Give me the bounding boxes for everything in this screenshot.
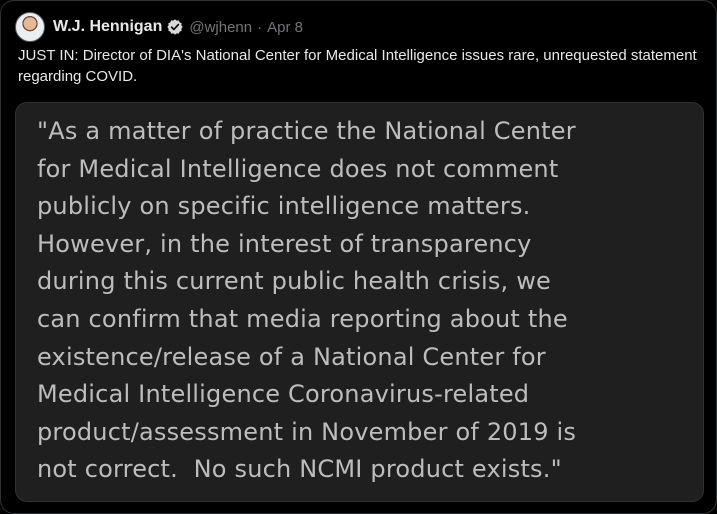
tweet-card[interactable]: W.J. Hennigan @wjhenn · Apr 8 JUST IN: D… xyxy=(0,0,717,514)
header-separator: · xyxy=(257,18,263,36)
avatar[interactable] xyxy=(15,12,45,42)
tweet-text: JUST IN: Director of DIA's National Cent… xyxy=(18,47,697,85)
statement-line-10: not correct. No such NCMI product exists… xyxy=(37,455,562,484)
statement-line-5: during this current public health crisis… xyxy=(37,267,551,296)
statement-line-2: for Medical Intelligence does not commen… xyxy=(37,154,559,183)
statement-line-1: "As a matter of practice the National Ce… xyxy=(37,117,576,145)
author-handle[interactable]: @wjhenn xyxy=(189,19,252,36)
statement-line-8: Medical Intelligence Coronavirus-related xyxy=(37,380,530,409)
author-name[interactable]: W.J. Hennigan xyxy=(53,18,162,36)
tweet-date[interactable]: Apr 8 xyxy=(267,19,303,36)
statement-line-6: can confirm that media reporting about t… xyxy=(37,304,568,333)
statement-line-7: existence/release of a National Center f… xyxy=(37,342,546,371)
verified-badge-icon xyxy=(167,19,183,35)
tweet-header: W.J. Hennigan @wjhenn · Apr 8 xyxy=(15,11,303,43)
statement-text: "As a matter of practice the National Ce… xyxy=(37,113,697,489)
tweet-media-image[interactable]: "As a matter of practice the National Ce… xyxy=(15,102,704,502)
statement-line-3: publicly on specific intelligence matter… xyxy=(37,192,531,221)
statement-line-4: However, in the interest of transparency xyxy=(37,229,532,258)
statement-line-9: product/assessment in November of 2019 i… xyxy=(37,417,577,446)
